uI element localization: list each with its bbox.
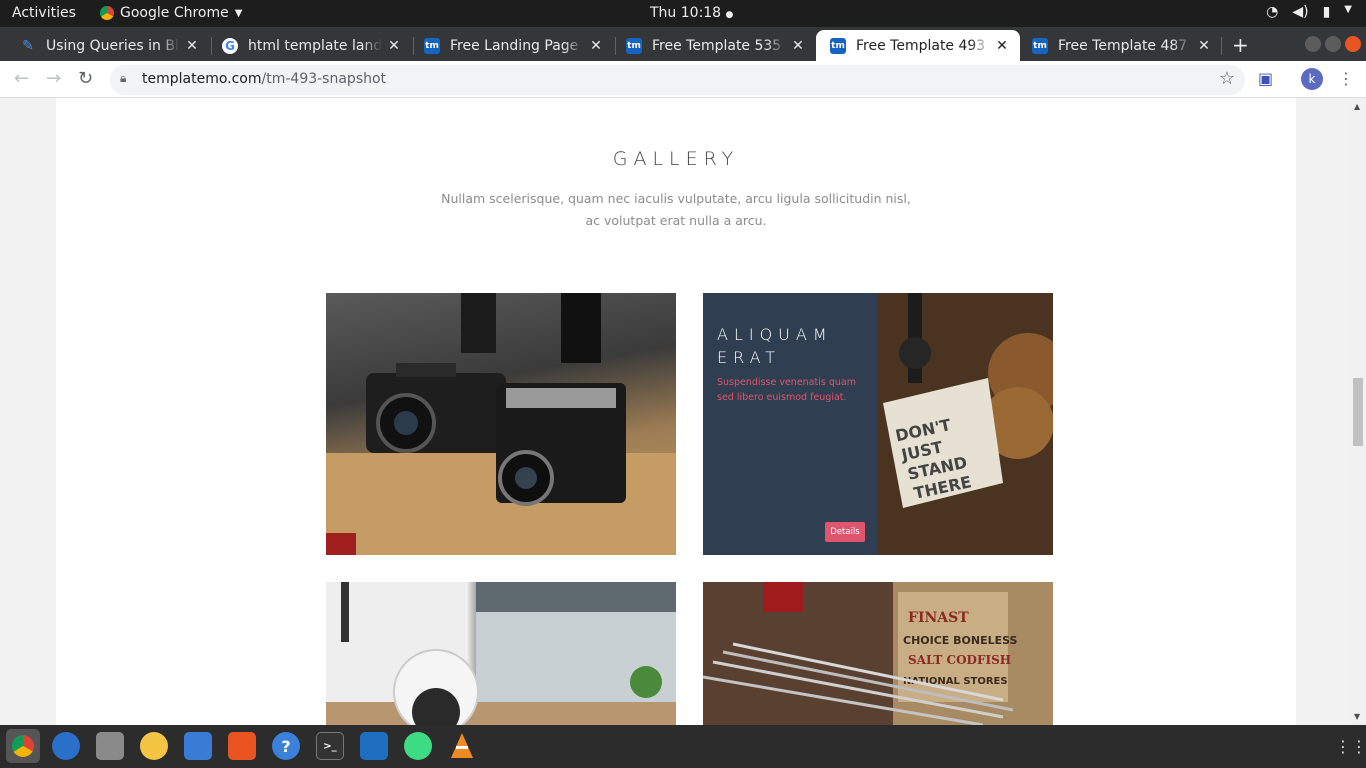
volume-icon: ◀)	[1292, 4, 1309, 20]
tab-free-template-535[interactable]: tm Free Template 535 S ✕	[612, 30, 816, 61]
url-domain: templatemo.com	[142, 71, 262, 87]
tab-html-template[interactable]: G html template landi ✕	[208, 30, 412, 61]
minimize-button[interactable]	[1305, 36, 1321, 52]
close-icon[interactable]: ✕	[180, 38, 204, 54]
tab-separator	[1221, 37, 1222, 55]
pen-icon: ✎	[22, 37, 34, 54]
show-applications-icon[interactable]: ⋮⋮⋮	[1335, 737, 1366, 756]
files-icon[interactable]	[96, 732, 124, 760]
tab-title: Using Queries in Bla	[46, 37, 180, 54]
vlc-cone	[451, 733, 473, 758]
bookmark-star-icon[interactable]: ☆	[1219, 68, 1235, 89]
tab-title: html template landi	[248, 37, 382, 54]
pens-illustration: FINAST CHOICE BONELESS SALT CODFISH NATI…	[703, 582, 1053, 725]
page-content: GALLERY Nullam scelerisque, quam nec iac…	[56, 98, 1296, 725]
svg-text:SALT CODFISH: SALT CODFISH	[908, 653, 1011, 667]
new-tab-button[interactable]: +	[1232, 33, 1249, 57]
close-window-button[interactable]	[1345, 36, 1361, 52]
app-menu[interactable]: Google Chrome ▼	[100, 5, 242, 21]
details-button[interactable]: Details	[825, 522, 865, 542]
forward-button[interactable]: →	[46, 68, 61, 89]
notebook-photo[interactable]: DON'T JUST STAND THERE	[878, 293, 1053, 555]
tab-title: Free Template 535 S	[652, 37, 786, 54]
url-text[interactable]: templatemo.com/tm-493-snapshot	[142, 71, 386, 87]
cameras-photo[interactable]	[326, 293, 676, 555]
gnome-top-bar: Activities Google Chrome ▼ Thu 10:18 ● ◔…	[0, 0, 1366, 27]
scroll-up-icon[interactable]: ▲	[1354, 102, 1360, 111]
tm-icon: tm	[424, 37, 440, 54]
back-button[interactable]: ←	[14, 68, 29, 89]
page-viewport: GALLERY Nullam scelerisque, quam nec iac…	[0, 98, 1350, 725]
cameras-illustration	[326, 293, 676, 555]
activities-button[interactable]: Activities	[12, 5, 76, 21]
vscode-icon[interactable]	[360, 732, 388, 760]
menu-kebab-icon[interactable]: ⋮	[1338, 69, 1354, 88]
notebook-illustration: DON'T JUST STAND THERE	[878, 293, 1053, 555]
google-icon: G	[222, 37, 238, 54]
speaker-photo[interactable]	[326, 582, 676, 725]
gallery-overlay-card: ALIQUAM ERAT Suspendisse venenatis quam …	[703, 293, 878, 555]
vertical-scrollbar[interactable]: ▲ ▼	[1350, 98, 1366, 725]
battery-icon: ▮	[1322, 4, 1331, 20]
maximize-button[interactable]	[1325, 36, 1341, 52]
help-icon[interactable]: ?	[272, 732, 300, 760]
tab-free-template-487[interactable]: tm Free Template 487 F ✕	[1018, 30, 1222, 61]
tab-title: Free Landing Page V	[450, 37, 584, 54]
tab-free-landing-page[interactable]: tm Free Landing Page V ✕	[410, 30, 614, 61]
thunderbird-icon[interactable]	[52, 732, 80, 760]
tab-title: Free Template 493 S	[856, 37, 990, 54]
tab-free-template-493[interactable]: tm Free Template 493 S ✕	[816, 30, 1020, 61]
clock-label: Thu 10:18	[650, 5, 722, 21]
card-text: Suspendisse venenatis quam sed libero eu…	[717, 377, 856, 403]
pens-photo[interactable]: FINAST CHOICE BONELESS SALT CODFISH NATI…	[703, 582, 1053, 725]
reload-button[interactable]: ↻	[78, 68, 93, 89]
chrome-icon[interactable]	[6, 729, 40, 763]
app-menu-label: Google Chrome	[120, 5, 229, 21]
close-icon[interactable]: ✕	[584, 38, 608, 54]
chrome-small-icon	[100, 6, 114, 20]
speaker-illustration	[326, 582, 676, 725]
libreoffice-writer-icon[interactable]	[184, 732, 212, 760]
gallery-title: GALLERY	[612, 148, 740, 170]
terminal-icon[interactable]: >_	[316, 732, 344, 760]
url-path: /tm-493-snapshot	[261, 71, 387, 87]
browser-toolbar: ← → ↻ 🔒︎ templatemo.com/tm-493-snapshot …	[0, 61, 1366, 98]
gallery-description: Nullam scelerisque, quam nec iaculis vul…	[441, 191, 911, 228]
close-icon[interactable]: ✕	[990, 38, 1014, 54]
scrollbar-thumb[interactable]	[1353, 378, 1363, 446]
system-tray[interactable]: ◔ ◀) ▮ ▼	[1266, 4, 1352, 20]
card-title-line-2: ERAT	[717, 348, 782, 367]
system-menu-icon: ▼	[1344, 4, 1352, 15]
card-title: ALIQUAM ERAT	[717, 323, 833, 369]
chevron-down-icon: ▼	[234, 7, 243, 19]
vlc-icon[interactable]	[448, 732, 476, 760]
scroll-down-icon[interactable]: ▼	[1354, 712, 1360, 721]
lock-icon[interactable]: 🔒︎	[120, 71, 126, 86]
ubuntu-dock: ? >_ ⋮⋮⋮	[0, 725, 1366, 768]
tab-title: Free Template 487 F	[1058, 37, 1192, 54]
close-icon[interactable]: ✕	[786, 38, 810, 54]
android-studio-icon[interactable]	[404, 732, 432, 760]
notification-dot-icon: ●	[725, 10, 734, 20]
tab-using-queries[interactable]: ✎ Using Queries in Bla ✕	[6, 30, 210, 61]
tm-icon: tm	[626, 37, 642, 54]
svg-text:CHOICE BONELESS: CHOICE BONELESS	[903, 634, 1018, 647]
wifi-icon: ◔	[1266, 4, 1279, 20]
address-bar[interactable]: 🔒︎ templatemo.com/tm-493-snapshot ☆	[110, 65, 1245, 95]
tm-icon: tm	[830, 37, 846, 54]
tab-strip: ✎ Using Queries in Bla ✕ G html template…	[0, 27, 1366, 61]
software-center-icon[interactable]	[228, 732, 256, 760]
rhythmbox-icon[interactable]	[140, 732, 168, 760]
card-title-line-1: ALIQUAM	[717, 325, 833, 344]
save-extension-icon[interactable]: ▣	[1258, 69, 1273, 88]
svg-text:FINAST: FINAST	[908, 610, 969, 626]
close-icon[interactable]: ✕	[382, 38, 406, 54]
clock[interactable]: Thu 10:18 ●	[650, 5, 733, 21]
avatar[interactable]: k	[1301, 68, 1323, 90]
tm-icon: tm	[1032, 37, 1048, 54]
close-icon[interactable]: ✕	[1192, 38, 1216, 54]
